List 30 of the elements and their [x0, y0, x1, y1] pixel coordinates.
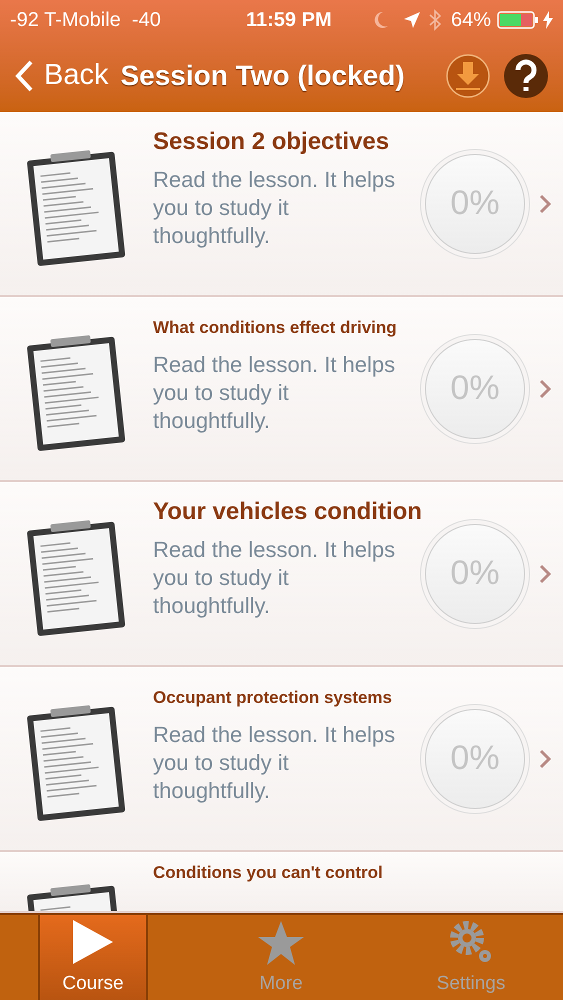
lesson-description: Read the lesson. It helps you to study it thoughtfully. — [153, 536, 396, 620]
lesson-title: What conditions effect driving — [153, 317, 398, 339]
chevron-right-icon — [539, 378, 551, 398]
chevron-right-icon — [539, 564, 551, 584]
back-chevron-icon — [14, 60, 34, 92]
lesson-description: Read the lesson. It helps you to study it thoughtfully. — [153, 721, 396, 805]
battery-icon — [497, 10, 539, 30]
lesson-title: Conditions you can't control — [153, 862, 384, 884]
lesson-row[interactable]: Conditions you can't control — [0, 852, 563, 913]
back-button[interactable]: Back — [14, 54, 108, 98]
clock-text: 11:59 PM — [246, 8, 332, 33]
carrier-text: -92 T-Mobile -40 — [10, 8, 162, 33]
lesson-title: Your vehicles condition — [153, 497, 421, 527]
download-icon[interactable] — [445, 53, 491, 99]
lesson-description: Read the lesson. It helps you to study it thoughtfully. — [153, 166, 396, 250]
lesson-description: Read the lesson. It helps you to study it thoughtfully. — [153, 351, 396, 435]
lesson-title: Session 2 objectives — [153, 127, 390, 157]
chevron-right-icon — [539, 194, 551, 214]
battery-text: 64% — [450, 8, 491, 33]
help-icon[interactable] — [503, 53, 549, 99]
location-arrow-icon — [402, 11, 421, 29]
lesson-title: Occupant protection systems — [153, 687, 394, 709]
play-icon — [71, 918, 115, 966]
star-icon — [257, 920, 305, 966]
screen-title: Session Two (locked) — [120, 59, 405, 93]
charging-icon — [543, 11, 553, 29]
moon-icon — [372, 11, 389, 29]
tab-button[interactable]: Course — [38, 915, 148, 1000]
bluetooth-icon — [428, 9, 441, 31]
chevron-right-icon — [539, 748, 551, 768]
